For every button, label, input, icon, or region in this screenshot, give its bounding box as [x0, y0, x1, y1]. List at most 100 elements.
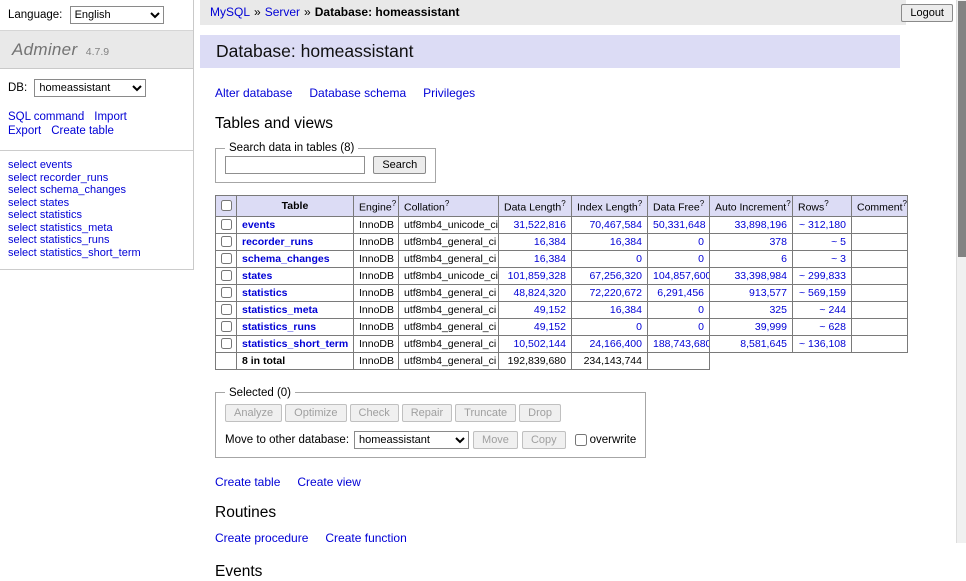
auto-increment-link[interactable]: 378 — [769, 236, 787, 248]
sidebar-table-link-schema-changes[interactable]: schema_changes — [40, 184, 126, 196]
sidebar-table-link-recorder-runs[interactable]: recorder_runs — [40, 172, 108, 184]
overwrite-checkbox[interactable] — [575, 434, 587, 446]
rows-link[interactable]: ~ 244 — [819, 304, 846, 316]
column-help-link[interactable]: ? — [392, 199, 396, 208]
rows-link[interactable]: ~ 569,159 — [799, 287, 846, 299]
column-help-link[interactable]: ? — [445, 199, 449, 208]
data-free-link[interactable]: 0 — [698, 321, 704, 333]
sidebar-table-link-statistics-short-term[interactable]: statistics_short_term — [40, 247, 141, 259]
row-checkbox[interactable] — [221, 338, 232, 349]
truncate-button[interactable]: Truncate — [455, 404, 516, 422]
vertical-scrollbar[interactable] — [956, 0, 966, 543]
rows-link[interactable]: ~ 5 — [831, 236, 846, 248]
column-help-link[interactable]: ? — [824, 199, 828, 208]
analyze-button[interactable]: Analyze — [225, 404, 282, 422]
top-link-database-schema[interactable]: Database schema — [309, 86, 406, 100]
sidebar-table-link-events[interactable]: events — [40, 159, 72, 171]
column-help-link[interactable]: ? — [903, 199, 907, 208]
data-free-link[interactable]: 50,331,648 — [653, 219, 706, 231]
breadcrumb-server-link[interactable]: Server — [265, 5, 300, 19]
data-length-link[interactable]: 49,152 — [534, 321, 566, 333]
drop-button[interactable]: Drop — [519, 404, 561, 422]
data-free-link[interactable]: 0 — [698, 304, 704, 316]
data-free-link[interactable]: 0 — [698, 236, 704, 248]
data-free-link[interactable]: 0 — [698, 253, 704, 265]
sidebar-select-link[interactable]: select — [8, 247, 37, 259]
index-length-link[interactable]: 16,384 — [610, 236, 642, 248]
sidebar-table-link-statistics-meta[interactable]: statistics_meta — [40, 222, 113, 234]
index-length-link[interactable]: 0 — [636, 253, 642, 265]
routine-link-create-procedure[interactable]: Create procedure — [215, 531, 308, 545]
overwrite-label[interactable]: overwrite — [590, 434, 637, 446]
row-checkbox[interactable] — [221, 219, 232, 230]
sidebar-link-create-table[interactable]: Create table — [51, 125, 114, 137]
search-input[interactable] — [225, 156, 365, 174]
table-name-link-schema-changes[interactable]: schema_changes — [242, 253, 330, 265]
table-name-link-recorder-runs[interactable]: recorder_runs — [242, 236, 313, 248]
auto-increment-link[interactable]: 39,999 — [755, 321, 787, 333]
sidebar-select-link[interactable]: select — [8, 234, 37, 246]
top-link-privileges[interactable]: Privileges — [423, 86, 475, 100]
row-checkbox[interactable] — [221, 304, 232, 315]
table-name-link-statistics-meta[interactable]: statistics_meta — [242, 304, 318, 316]
scrollbar-thumb[interactable] — [958, 1, 966, 257]
select-all-checkbox[interactable] — [221, 200, 232, 211]
data-length-link[interactable]: 101,859,328 — [508, 270, 566, 282]
index-length-link[interactable]: 0 — [636, 321, 642, 333]
move-db-select[interactable]: homeassistant — [354, 431, 469, 449]
rows-link[interactable]: ~ 299,833 — [799, 270, 846, 282]
sidebar-select-link[interactable]: select — [8, 222, 37, 234]
create-link-create-table[interactable]: Create table — [215, 475, 280, 489]
sidebar-select-link[interactable]: select — [8, 197, 37, 209]
sidebar-link-export[interactable]: Export — [8, 125, 41, 137]
table-name-link-statistics[interactable]: statistics — [242, 287, 288, 299]
auto-increment-link[interactable]: 913,577 — [749, 287, 787, 299]
logout-button[interactable]: Logout — [901, 4, 953, 22]
routine-link-create-function[interactable]: Create function — [325, 531, 406, 545]
column-help-link[interactable]: ? — [786, 199, 790, 208]
auto-increment-link[interactable]: 325 — [769, 304, 787, 316]
table-name-link-statistics-short-term[interactable]: statistics_short_term — [242, 338, 348, 350]
index-length-link[interactable]: 70,467,584 — [589, 219, 642, 231]
sidebar-table-link-statistics[interactable]: statistics — [40, 209, 82, 221]
copy-button[interactable]: Copy — [522, 431, 566, 449]
db-select[interactable]: homeassistant — [34, 79, 146, 97]
row-checkbox[interactable] — [221, 321, 232, 332]
sidebar-table-link-statistics-runs[interactable]: statistics_runs — [40, 234, 110, 246]
sidebar-link-sql-command[interactable]: SQL command — [8, 111, 84, 123]
data-length-link[interactable]: 16,384 — [534, 236, 566, 248]
repair-button[interactable]: Repair — [402, 404, 452, 422]
sidebar-select-link[interactable]: select — [8, 172, 37, 184]
top-link-alter-database[interactable]: Alter database — [215, 86, 292, 100]
auto-increment-link[interactable]: 6 — [781, 253, 787, 265]
optimize-button[interactable]: Optimize — [285, 404, 346, 422]
table-name-link-states[interactable]: states — [242, 270, 272, 282]
row-checkbox[interactable] — [221, 236, 232, 247]
create-link-create-view[interactable]: Create view — [297, 475, 360, 489]
index-length-link[interactable]: 72,220,672 — [589, 287, 642, 299]
column-help-link[interactable]: ? — [638, 199, 642, 208]
sidebar-table-link-states[interactable]: states — [40, 197, 69, 209]
index-length-link[interactable]: 24,166,400 — [589, 338, 642, 350]
sidebar-link-import[interactable]: Import — [94, 111, 127, 123]
sidebar-select-link[interactable]: select — [8, 184, 37, 196]
table-name-link-statistics-runs[interactable]: statistics_runs — [242, 321, 316, 333]
data-length-link[interactable]: 10,502,144 — [513, 338, 566, 350]
index-length-link[interactable]: 16,384 — [610, 304, 642, 316]
table-name-link-events[interactable]: events — [242, 219, 275, 231]
rows-link[interactable]: ~ 312,180 — [799, 219, 846, 231]
index-length-link[interactable]: 67,256,320 — [589, 270, 642, 282]
rows-link[interactable]: ~ 628 — [819, 321, 846, 333]
column-help-link[interactable]: ? — [700, 199, 704, 208]
breadcrumb-mysql-link[interactable]: MySQL — [210, 5, 250, 19]
rows-link[interactable]: ~ 136,108 — [799, 338, 846, 350]
rows-link[interactable]: ~ 3 — [831, 253, 846, 265]
data-length-link[interactable]: 16,384 — [534, 253, 566, 265]
sidebar-select-link[interactable]: select — [8, 209, 37, 221]
data-length-link[interactable]: 49,152 — [534, 304, 566, 316]
auto-increment-link[interactable]: 33,398,984 — [734, 270, 787, 282]
data-free-link[interactable]: 6,291,456 — [657, 287, 704, 299]
data-length-link[interactable]: 31,522,816 — [513, 219, 566, 231]
language-select[interactable]: English — [70, 6, 164, 24]
search-button[interactable]: Search — [373, 156, 426, 174]
